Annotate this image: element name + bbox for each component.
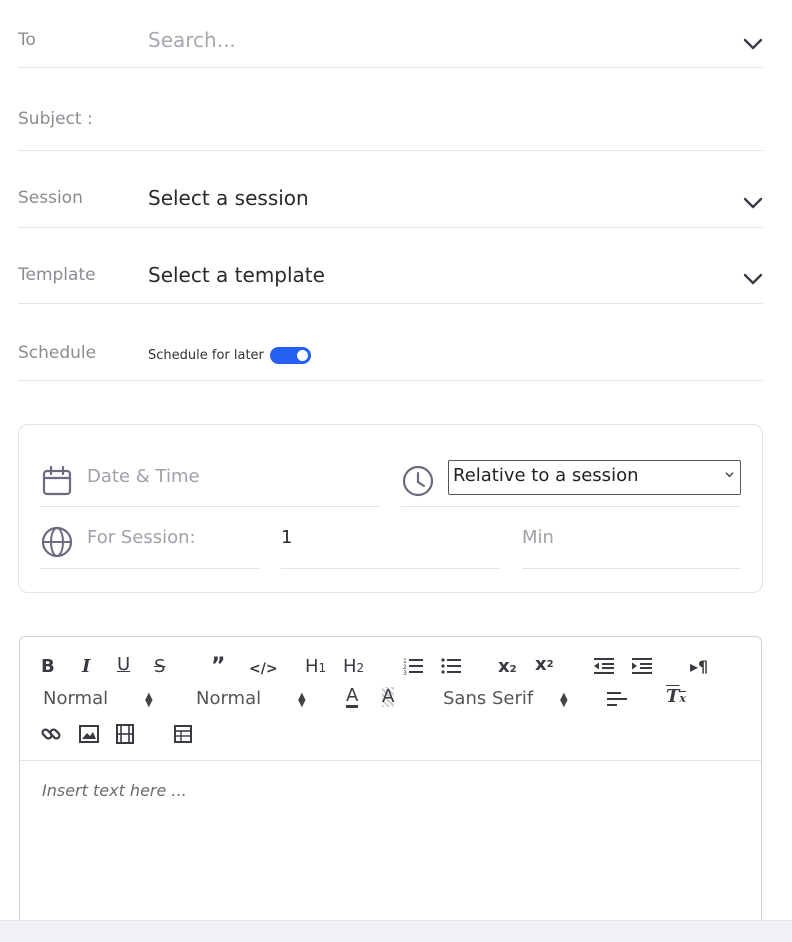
subject-label: Subject :	[18, 109, 93, 129]
to-label: To	[18, 30, 36, 50]
to-row: To Search...	[18, 18, 763, 68]
table-icon[interactable]	[174, 725, 192, 743]
bold-icon[interactable]: B	[41, 657, 55, 677]
bottom-bar	[0, 920, 792, 942]
schedule-row: Schedule Schedule for later	[18, 304, 763, 381]
chevron-down-icon	[725, 472, 734, 478]
svg-text:3: 3	[403, 670, 407, 675]
chevron-down-icon[interactable]	[743, 272, 763, 286]
code-block-icon[interactable]: </>	[249, 659, 278, 679]
subject-row[interactable]: Subject :	[18, 68, 763, 151]
underline-icon[interactable]: U	[117, 655, 130, 675]
video-icon[interactable]	[116, 724, 134, 744]
sort-arrows-icon: ▲ ▼	[145, 691, 153, 709]
align-left-icon[interactable]	[607, 690, 627, 708]
template-row: Template Select a template	[18, 228, 763, 304]
template-select[interactable]: Select a template	[148, 263, 325, 287]
clear-format-icon[interactable]: Tx	[666, 687, 686, 709]
image-icon[interactable]	[79, 725, 99, 743]
unit-underline	[522, 568, 741, 569]
indent-icon[interactable]	[632, 657, 652, 675]
rich-text-editor: B I U S ” </> H1 H2 123 x2 x2 ▸¶ Normal …	[19, 636, 762, 942]
timing-underline	[401, 506, 741, 507]
schedule-later-control: Schedule for later	[148, 347, 311, 364]
globe-icon	[41, 526, 73, 558]
size-select[interactable]: Normal	[196, 689, 261, 709]
blockquote-icon[interactable]: ”	[211, 656, 225, 678]
text-color-icon[interactable]: A	[346, 687, 359, 708]
toggle-knob	[296, 350, 308, 361]
editor-toolbar: B I U S ” </> H1 H2 123 x2 x2 ▸¶ Normal …	[20, 637, 761, 761]
schedule-later-toggle[interactable]	[269, 347, 311, 364]
ordered-list-icon[interactable]: 123	[403, 657, 423, 675]
session-label: Session	[18, 188, 83, 208]
font-select[interactable]: Sans Serif	[443, 689, 533, 709]
text-direction-icon[interactable]: ▸¶	[690, 657, 708, 677]
template-label: Template	[18, 265, 96, 285]
background-color-icon[interactable]: A	[382, 687, 395, 707]
session-row: Session Select a session	[18, 151, 763, 228]
date-time-underline	[40, 506, 380, 507]
link-icon[interactable]	[41, 724, 61, 744]
sort-arrows-icon: ▲ ▼	[560, 691, 568, 709]
schedule-label: Schedule	[18, 343, 97, 363]
sort-arrows-icon: ▲ ▼	[298, 691, 306, 709]
for-session-label: For Session:	[87, 527, 196, 548]
header-select[interactable]: Normal	[43, 689, 108, 709]
clock-icon	[402, 465, 434, 497]
heading2-icon[interactable]: H2	[343, 657, 364, 678]
for-session-value-input[interactable]: 1	[281, 527, 292, 548]
chevron-down-icon[interactable]	[743, 37, 763, 51]
italic-icon[interactable]: I	[82, 657, 90, 677]
timing-select[interactable]: Relative to a session	[448, 460, 741, 495]
subscript-icon[interactable]: x2	[498, 657, 517, 680]
for-session-underline	[40, 568, 260, 569]
value-underline	[281, 568, 500, 569]
schedule-later-label: Schedule for later	[148, 348, 264, 363]
bullet-list-icon[interactable]	[441, 657, 461, 675]
date-time-input[interactable]: Date & Time	[87, 466, 200, 487]
timing-select-value: Relative to a session	[453, 465, 639, 486]
superscript-icon[interactable]: x2	[535, 655, 554, 675]
calendar-icon	[42, 466, 72, 496]
to-search-input[interactable]: Search...	[148, 28, 236, 52]
unit-select[interactable]: Min	[522, 527, 554, 548]
editor-content[interactable]: Insert text here ...	[42, 781, 187, 800]
chevron-down-icon[interactable]	[743, 196, 763, 210]
outdent-icon[interactable]	[594, 657, 614, 675]
heading1-icon[interactable]: H1	[305, 657, 326, 678]
session-select[interactable]: Select a session	[148, 186, 309, 210]
strikethrough-icon[interactable]: S	[154, 657, 165, 677]
